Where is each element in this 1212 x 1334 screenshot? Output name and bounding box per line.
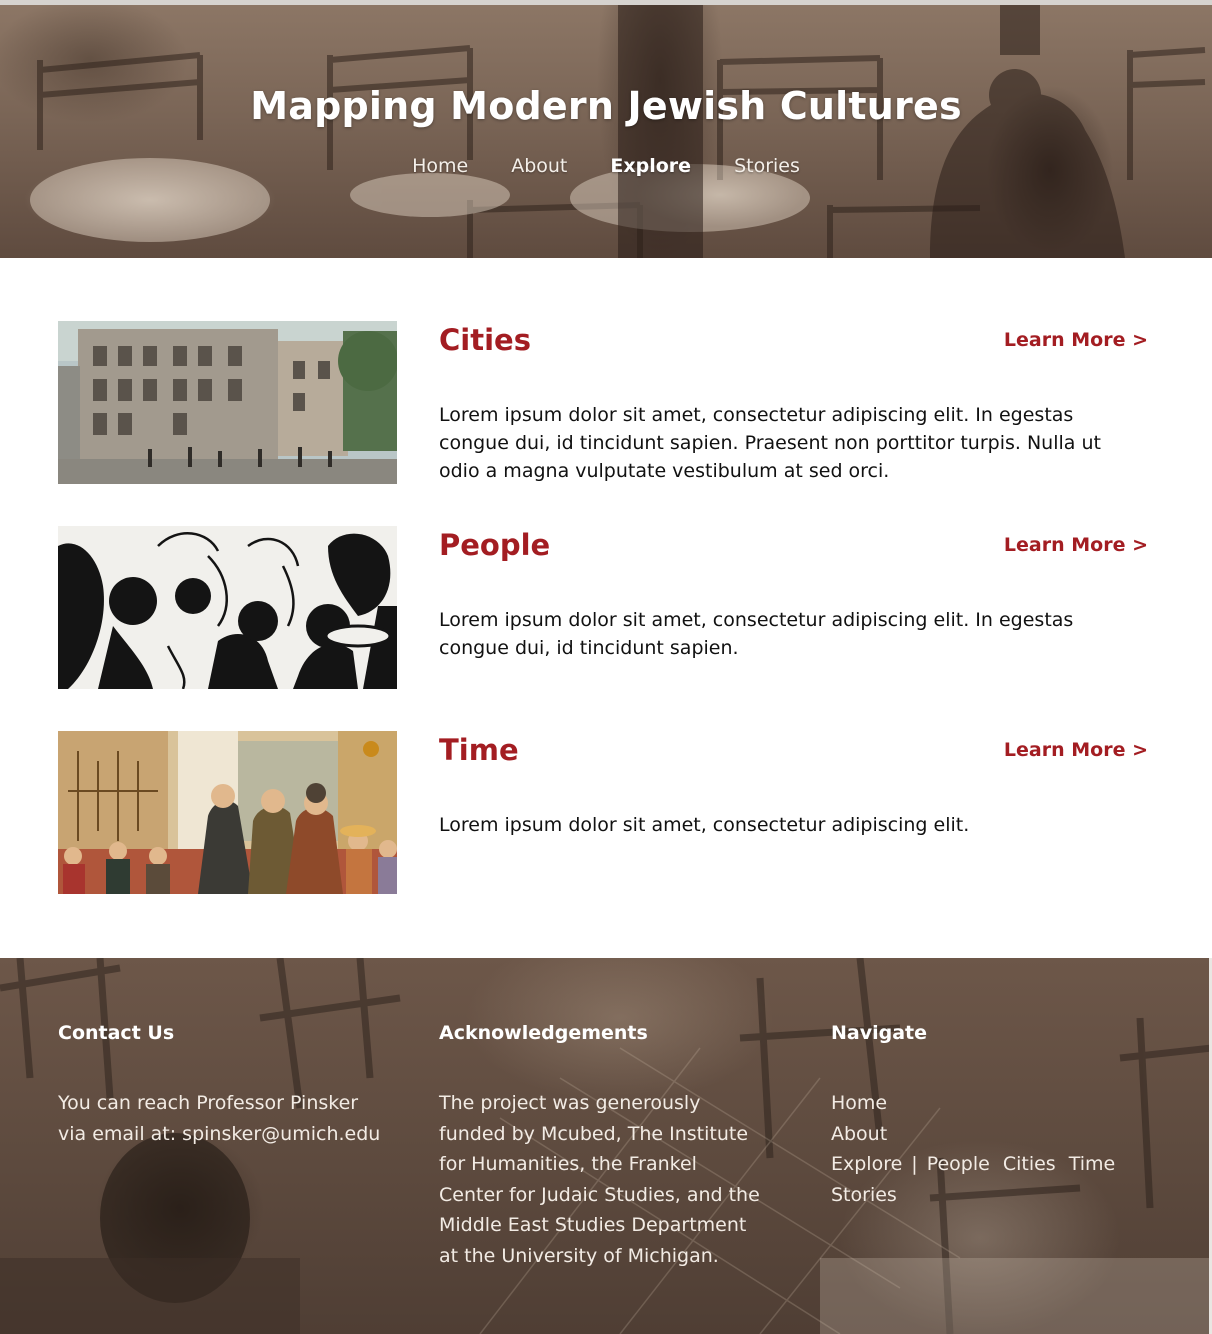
footer-nav-cities[interactable]: Cities <box>1003 1153 1056 1175</box>
time-description: Lorem ipsum dolor sit amet, consectetur … <box>439 814 970 836</box>
acknowledgements-line: Middle East Studies Department <box>439 1214 747 1236</box>
section-time: Time Learn More > Lorem ipsum dolor sit … <box>58 731 1148 895</box>
section-people: People Learn More > Lorem ipsum dolor si… <box>58 526 1148 690</box>
time-learn-more-link[interactable]: Learn More > <box>1004 739 1148 761</box>
footer-nav-separator: | <box>911 1153 918 1175</box>
contact-heading: Contact Us <box>58 1022 175 1044</box>
cities-heading: Cities <box>439 323 531 357</box>
time-heading: Time <box>439 733 519 767</box>
site-footer: Contact Us You can reach Professor Pinsk… <box>0 958 1212 1334</box>
nav-home[interactable]: Home <box>412 155 468 177</box>
nav-stories[interactable]: Stories <box>734 155 800 177</box>
acknowledgements-line: funded by Mcubed, The Institute <box>439 1122 749 1145</box>
footer-nav-explore[interactable]: Explore <box>831 1153 902 1175</box>
cafe-photo-background <box>30 0 1206 258</box>
contact-text: You can reach Professor Pinsker via emai… <box>58 1088 398 1149</box>
footer-nav-people[interactable]: People <box>927 1153 990 1175</box>
nav-about[interactable]: About <box>511 155 567 177</box>
site-title: Mapping Modern Jewish Cultures <box>250 84 962 128</box>
footer-nav: Home About Explore | People Cities Time Stor… <box>831 1088 1171 1210</box>
footer-nav-about[interactable]: About <box>831 1119 1171 1150</box>
contact-line: You can reach Professor Pinsker <box>58 1092 359 1114</box>
footer-nav-time[interactable]: Time <box>1069 1153 1116 1175</box>
people-learn-more-link[interactable]: Learn More > <box>1004 534 1148 556</box>
city-street-icon <box>58 321 397 484</box>
crowd-drawing-icon <box>58 526 397 689</box>
acknowledgements-heading: Acknowledgements <box>439 1022 648 1044</box>
nav-explore[interactable]: Explore <box>610 155 691 177</box>
people-description: Lorem ipsum dolor sit amet, consectetur … <box>439 609 1074 659</box>
navigate-heading: Navigate <box>831 1022 928 1044</box>
people-image[interactable] <box>58 526 397 689</box>
acknowledgements-line: Center for Judaic Studies, and the <box>439 1183 760 1206</box>
footer-nav-stories[interactable]: Stories <box>831 1180 1171 1211</box>
footer-nav-explore-row: Explore | People Cities Time <box>831 1149 1171 1180</box>
acknowledgements-text: The project was generously funded by Mcu… <box>439 1088 789 1271</box>
top-browser-edge <box>0 0 1212 5</box>
acknowledgements-line: at the University of Michigan. <box>439 1244 719 1267</box>
acknowledgements-line: for Humanities, the Frankel <box>439 1153 697 1175</box>
contact-email-line[interactable]: via email at: spinsker@umich.edu <box>58 1119 398 1150</box>
footer-nav-home[interactable]: Home <box>831 1088 1171 1119</box>
people-heading: People <box>439 528 551 562</box>
section-cities: Cities Learn More > Lorem ipsum dolor si… <box>58 321 1148 485</box>
main-nav: Home About Explore Stories <box>0 155 1212 177</box>
cities-description: Lorem ipsum dolor sit amet, consectetur … <box>439 404 1101 482</box>
time-image[interactable] <box>58 731 397 894</box>
hero-banner: Mapping Modern Jewish Cultures Home Abou… <box>0 0 1212 258</box>
cafe-illustration-icon <box>58 731 397 894</box>
cities-image[interactable] <box>58 321 397 484</box>
cities-learn-more-link[interactable]: Learn More > <box>1004 329 1148 351</box>
acknowledgements-line: The project was generously <box>439 1092 701 1114</box>
